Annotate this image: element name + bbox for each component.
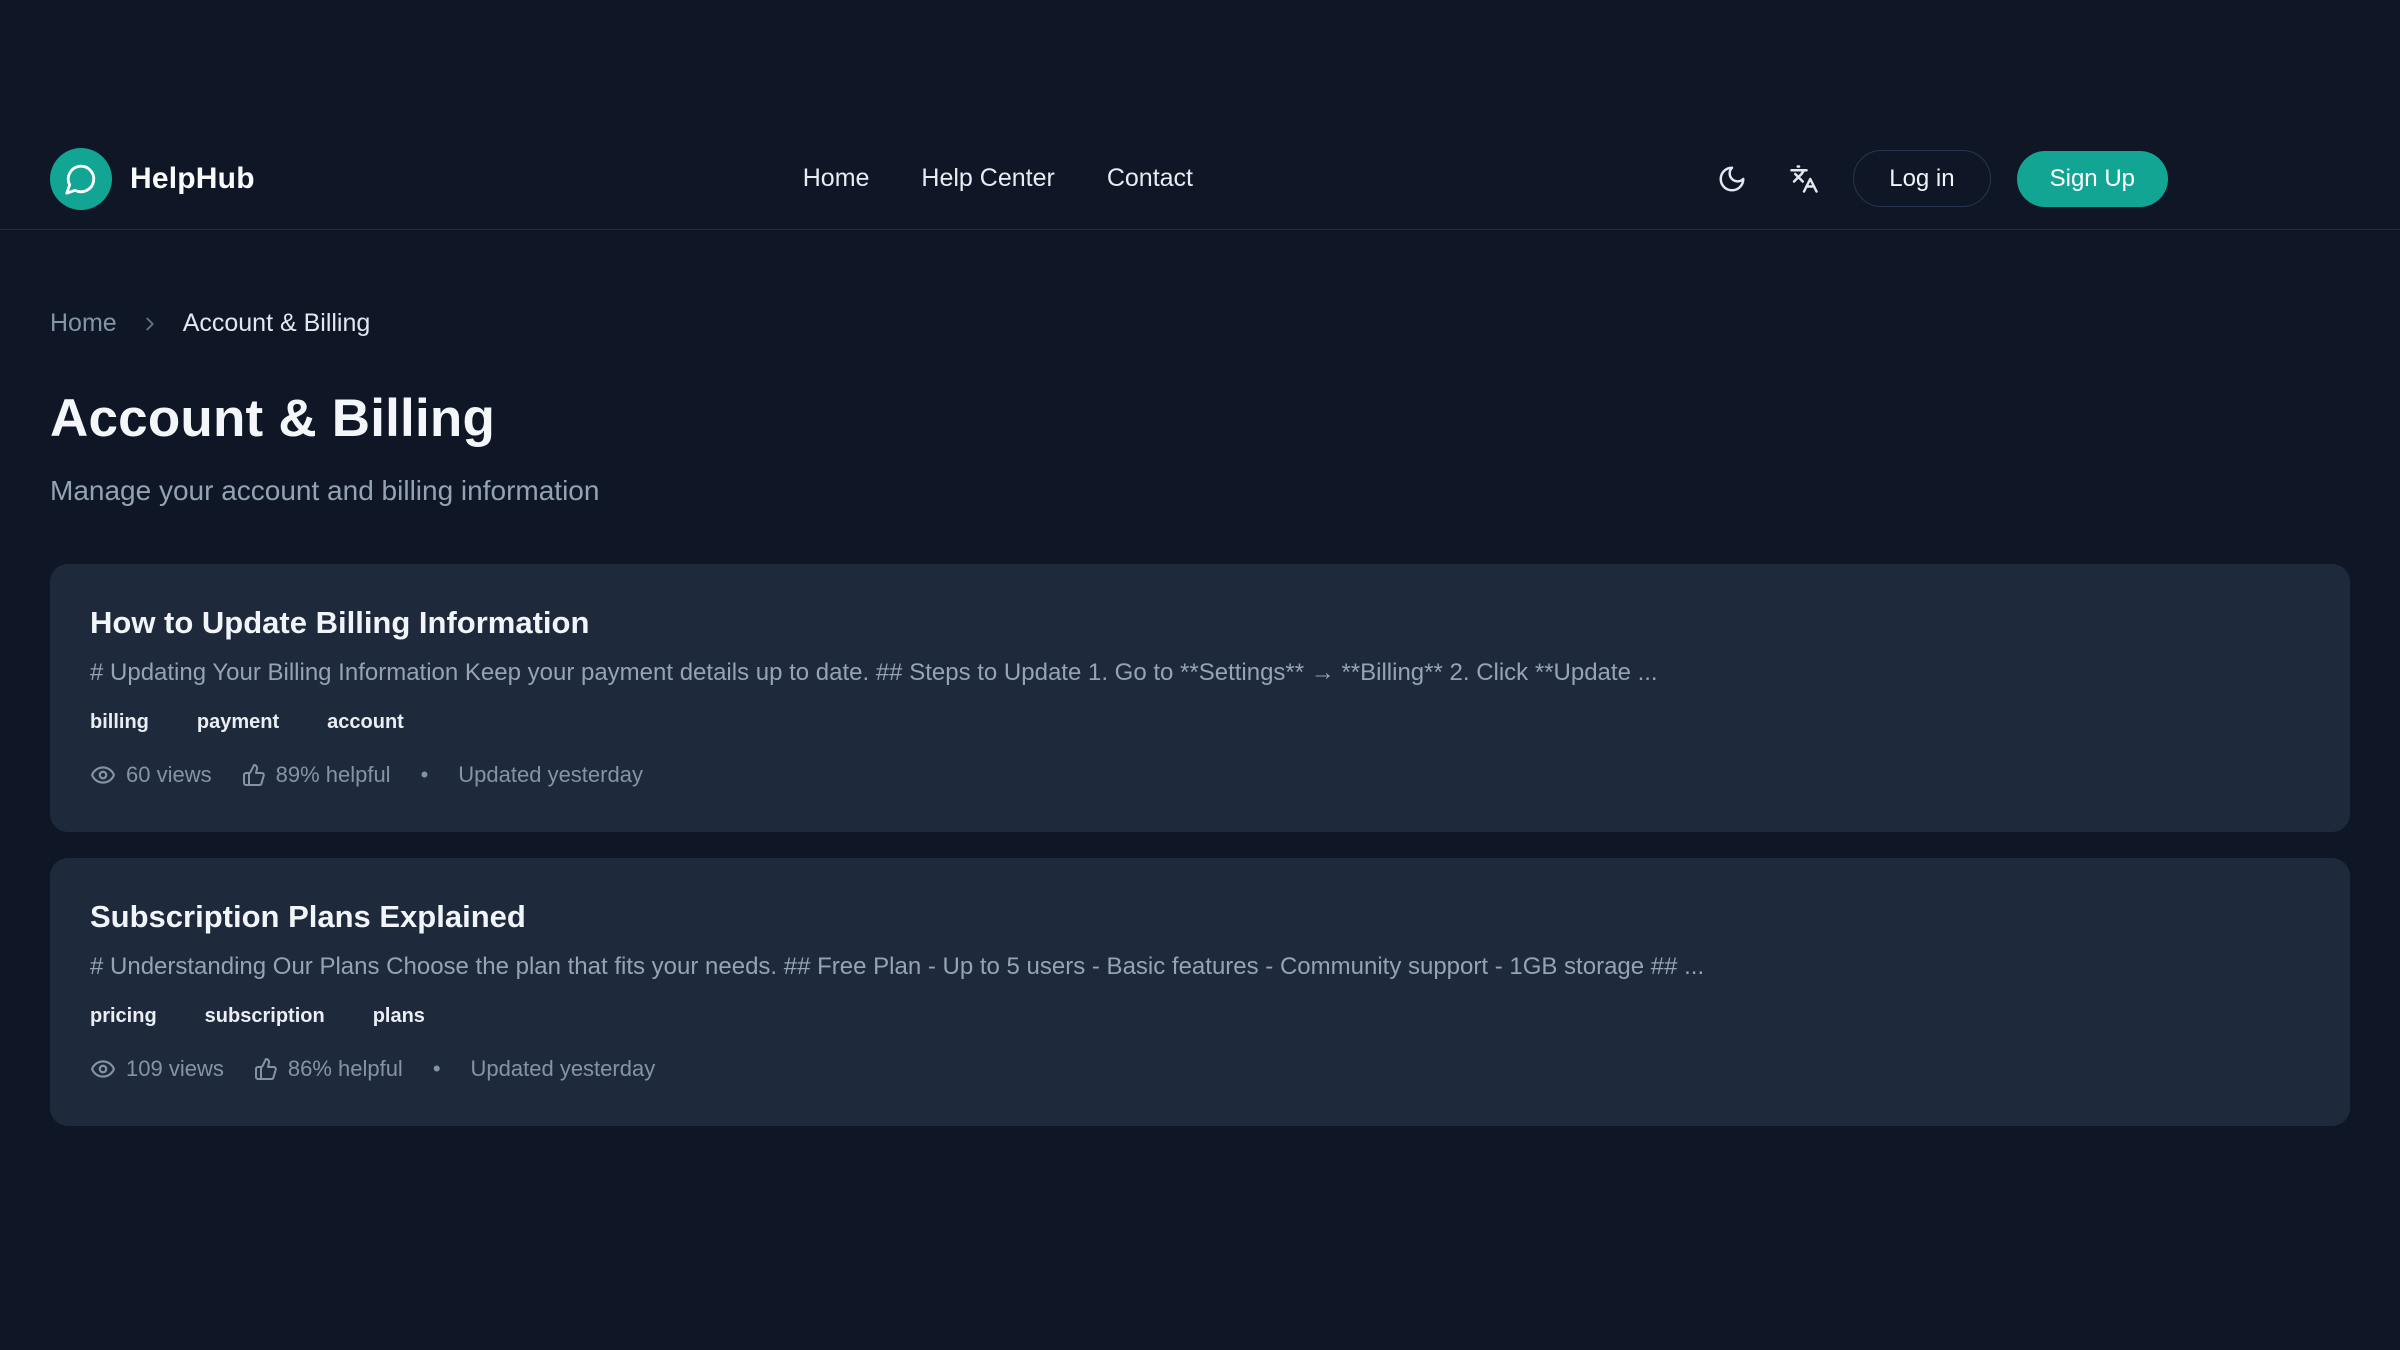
updated-label: Updated yesterday [458,762,643,788]
dot-separator: • [421,762,429,788]
article-excerpt: # Understanding Our Plans Choose the pla… [90,953,2310,981]
helpful-stat: 89% helpful [242,762,391,788]
nav-link-home[interactable]: Home [803,164,870,193]
views-stat: 60 views [90,762,212,788]
views-count: 109 views [126,1056,224,1082]
breadcrumb: Home Account & Billing [50,309,2350,338]
signup-button[interactable]: Sign Up [2017,151,2168,207]
tag-row: billing payment account [90,711,2310,734]
languages-icon [1789,164,1819,194]
tag: account [327,711,404,734]
dot-separator: • [433,1056,441,1082]
article-title: How to Update Billing Information [90,605,2310,641]
chevron-right-icon [139,313,161,335]
helpful-percent: 86% helpful [288,1056,403,1082]
page-title: Account & Billing [50,388,2350,449]
tag: billing [90,711,149,734]
helpful-stat: 86% helpful [254,1056,403,1082]
tag: pricing [90,1005,157,1028]
nav-link-contact[interactable]: Contact [1107,164,1193,193]
top-navbar: HelpHub Home Help Center Contact [0,0,2400,230]
views-stat: 109 views [90,1056,224,1082]
login-button[interactable]: Log in [1853,150,1990,207]
breadcrumb-home-link[interactable]: Home [50,309,117,338]
nav-actions: Log in Sign Up [1709,150,2168,207]
tag: plans [373,1005,425,1028]
eye-icon [90,1056,116,1082]
moon-icon [1717,164,1747,194]
tag: payment [197,711,279,734]
article-excerpt: # Updating Your Billing Information Keep… [90,659,2310,687]
thumbs-up-icon [242,763,266,787]
updated-label: Updated yesterday [471,1056,656,1082]
helpful-percent: 89% helpful [276,762,391,788]
nav-link-help-center[interactable]: Help Center [921,164,1054,193]
main-content: Home Account & Billing Account & Billing… [0,309,2400,1126]
eye-icon [90,762,116,788]
brand[interactable]: HelpHub [50,148,255,210]
main-nav: Home Help Center Contact [803,164,1193,193]
article-stats: 60 views 89% helpful • Updated yesterday [90,762,2310,788]
article-list: How to Update Billing Information # Upda… [50,564,2350,1126]
views-count: 60 views [126,762,212,788]
brand-name: HelpHub [130,162,255,196]
tag-row: pricing subscription plans [90,1005,2310,1028]
article-card-billing-info[interactable]: How to Update Billing Information # Upda… [50,564,2350,832]
article-title: Subscription Plans Explained [90,899,2310,935]
article-card-subscription-plans[interactable]: Subscription Plans Explained # Understan… [50,858,2350,1126]
thumbs-up-icon [254,1057,278,1081]
breadcrumb-current: Account & Billing [183,309,371,338]
helphub-logo-icon [50,148,112,210]
language-button[interactable] [1781,156,1827,202]
tag: subscription [205,1005,325,1028]
page-subtitle: Manage your account and billing informat… [50,475,2350,507]
theme-toggle-button[interactable] [1709,156,1755,202]
article-stats: 109 views 86% helpful • Updated yesterda… [90,1056,2310,1082]
